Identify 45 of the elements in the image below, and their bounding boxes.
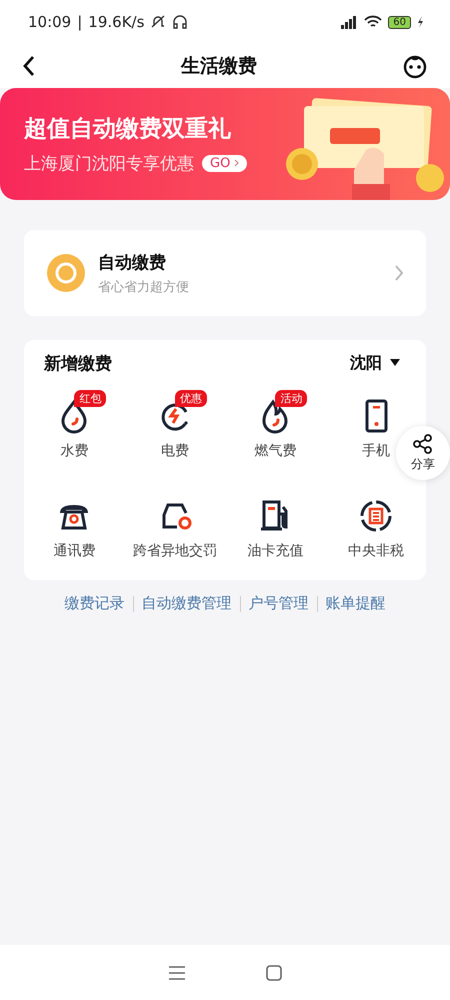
footer-link[interactable]: 自动缴费管理 (142, 594, 232, 613)
tax-seal-icon (358, 498, 394, 534)
menu-icon[interactable] (168, 966, 186, 980)
promo-badge: 活动 (275, 390, 308, 407)
coin-icon (46, 253, 86, 293)
banner-subtitle: 上海厦门沈阳专享优惠 (24, 153, 194, 175)
payment-item[interactable]: 手机 (358, 390, 394, 460)
wifi-icon (364, 15, 382, 29)
chevron-right-icon (394, 264, 404, 282)
mute-bell-icon (150, 14, 166, 30)
network-speed: 19.6K/s (88, 13, 144, 31)
promo-badge: 优惠 (174, 390, 207, 407)
back-icon[interactable] (22, 55, 36, 77)
chevron-right-icon (234, 159, 240, 167)
go-button[interactable]: GO (202, 155, 248, 172)
signal-icon (340, 15, 358, 29)
robot-face-icon[interactable] (402, 53, 428, 79)
auto-pay-card[interactable]: 自动缴费 省心省力超方便 (24, 230, 426, 316)
payment-item[interactable]: 红包 水费 (32, 390, 116, 460)
payment-item[interactable]: 油卡充值 (247, 490, 304, 560)
payment-item[interactable]: 活动 燃气费 (230, 390, 320, 460)
auto-pay-title: 自动缴费 (98, 252, 167, 274)
payment-item[interactable]: 通讯费 (53, 490, 96, 560)
headphones-icon (172, 14, 188, 30)
share-button[interactable]: 分享 (396, 426, 450, 480)
share-icon (413, 434, 433, 454)
payment-item[interactable]: 跨省异地交罚 (132, 490, 217, 560)
payment-item[interactable]: 优惠 电费 (132, 390, 217, 460)
city-dropdown[interactable]: 沈阳 (344, 352, 406, 374)
status-separator: | (77, 13, 82, 31)
footer-link[interactable]: 账单提醒 (326, 594, 386, 613)
home-square-icon[interactable] (266, 964, 282, 980)
caret-down-icon (390, 359, 400, 367)
footer-link[interactable]: 户号管理 (248, 594, 308, 613)
promo-badge: 红包 (74, 390, 106, 407)
payment-item[interactable]: 中央非税 (348, 490, 404, 560)
charging-icon (417, 16, 424, 28)
battery-indicator: 60 (388, 16, 411, 28)
page-title: 生活缴费 (181, 54, 257, 79)
banner-title: 超值自动缴费双重礼 (24, 115, 232, 144)
status-time: 10:09 (28, 13, 72, 31)
promo-banner[interactable]: 超值自动缴费双重礼 上海厦门沈阳专享优惠 GO (0, 88, 450, 200)
section-title: 新增缴费 (44, 352, 112, 374)
auto-pay-subtitle: 省心省力超方便 (98, 278, 190, 296)
footer-link[interactable]: 缴费记录 (64, 594, 124, 613)
